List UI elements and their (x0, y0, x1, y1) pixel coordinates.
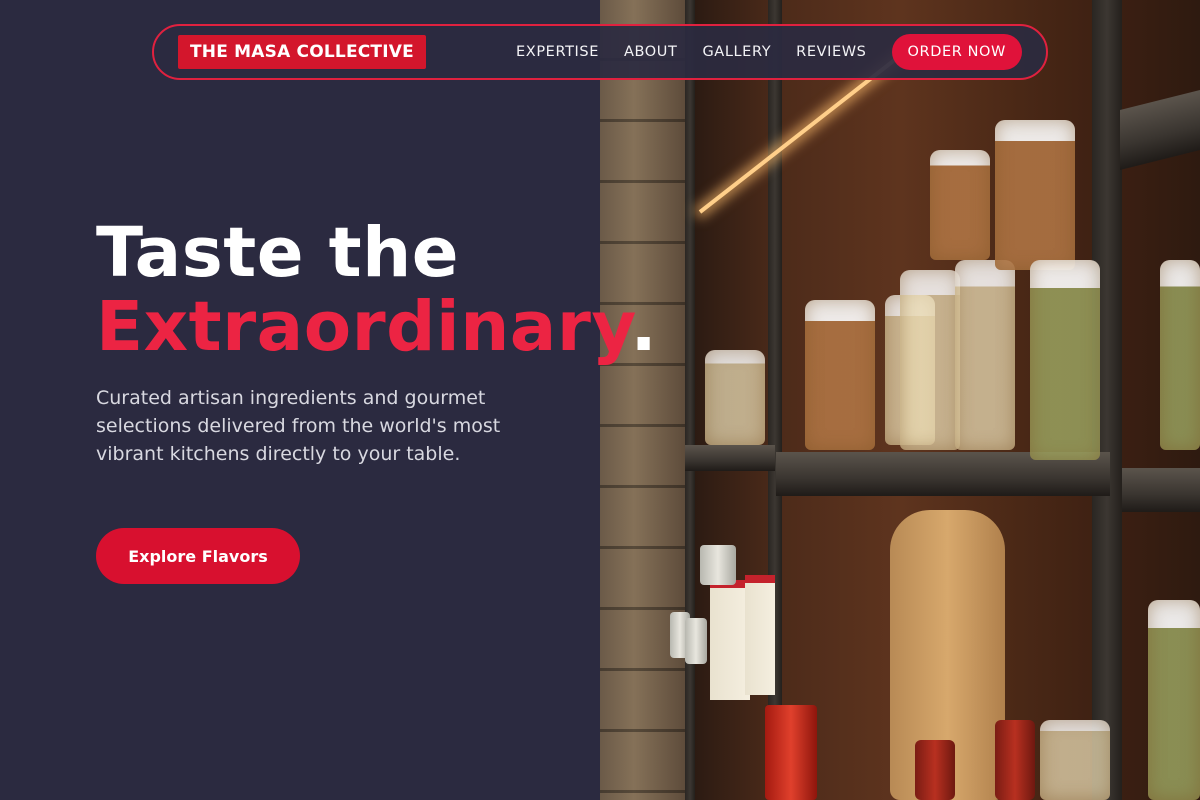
order-now-button[interactable]: ORDER NOW (891, 34, 1022, 70)
nav-link-expertise[interactable]: EXPERTISE (516, 44, 599, 60)
top-nav: THE MASA COLLECTIVE EXPERTISE ABOUT GALL… (152, 24, 1048, 80)
nav-links: EXPERTISE ABOUT GALLERY REVIEWS ORDER NO… (516, 34, 1022, 70)
nav-link-about[interactable]: ABOUT (624, 44, 678, 60)
explore-flavors-button[interactable]: Explore Flavors (96, 528, 300, 584)
hero-subtitle: Curated artisan ingredients and gourmet … (96, 387, 501, 465)
hero-title-accent: Extraordinary (96, 287, 631, 367)
brand-logo[interactable]: THE MASA COLLECTIVE (178, 35, 426, 69)
hero-title: Taste the Extraordinary. (96, 216, 657, 364)
nav-link-reviews[interactable]: REVIEWS (796, 44, 866, 60)
nav-link-gallery[interactable]: GALLERY (702, 44, 771, 60)
hero-photo (600, 0, 1200, 800)
hero-title-dot: . (630, 287, 658, 367)
hero-title-line1: Taste the (96, 213, 460, 293)
stone-wall (600, 0, 685, 800)
